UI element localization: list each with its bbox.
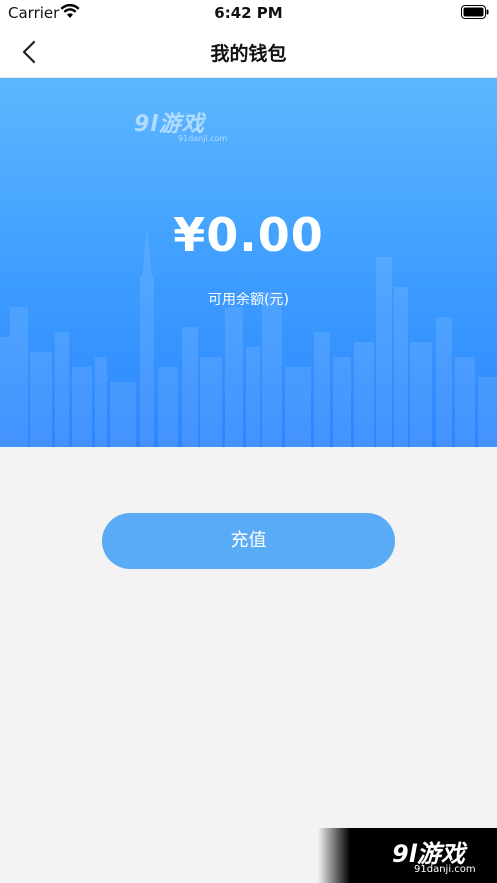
navigation-bar: 我的钱包 bbox=[0, 26, 497, 78]
page-title: 我的钱包 bbox=[210, 43, 287, 65]
watermark-url-text: 91danji.com bbox=[178, 134, 228, 143]
battery-icon bbox=[461, 5, 489, 19]
status-time: 6:42 PM bbox=[214, 4, 283, 22]
balance-amount: ¥0.00 bbox=[173, 208, 324, 262]
status-bar: Carrier 6:42 PM bbox=[0, 0, 497, 26]
balance-label: 可用余额(元) bbox=[208, 292, 289, 308]
corner-watermark-logo: 9l游戏 91danji.com bbox=[318, 828, 497, 883]
recharge-button[interactable]: 充值 bbox=[102, 513, 395, 569]
site-watermark-logo: 9l游戏 91danji.com bbox=[134, 106, 228, 143]
corner-logo-url: 91danji.com bbox=[414, 864, 476, 875]
wallet-balance-card: 9l游戏 91danji.com ¥0.00 可用余额(元) bbox=[0, 78, 497, 447]
